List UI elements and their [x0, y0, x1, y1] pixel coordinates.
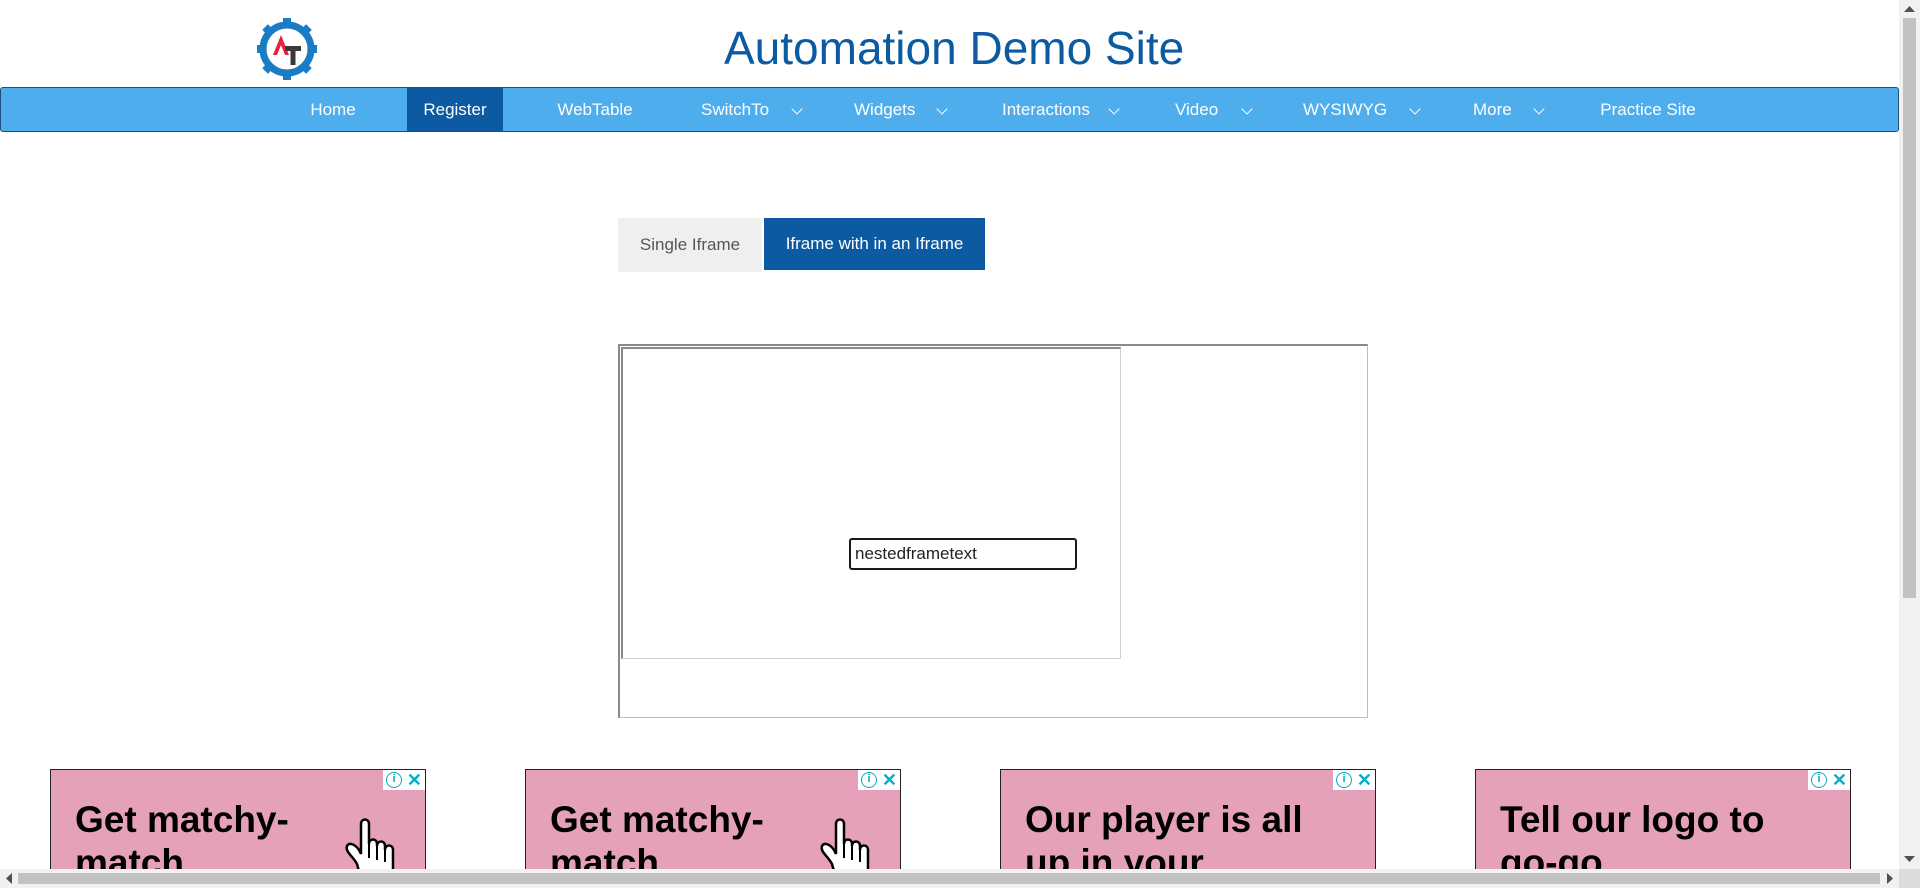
nav-interactions[interactable]: Interactions [988, 88, 1128, 131]
nav-widgets[interactable]: Widgets [841, 88, 956, 131]
tab-single-iframe-label: Single Iframe [639, 235, 741, 254]
nav-practice-site[interactable]: Practice Site [1584, 88, 1712, 131]
nav-switchto[interactable]: SwitchTo [687, 88, 805, 131]
nav-wysiwyg[interactable]: WYSIWYG [1289, 88, 1429, 131]
ad-controls: i ✕ [383, 770, 425, 790]
page: Automation Demo Site Home Register WebTa… [0, 0, 1920, 888]
scroll-right-arrow-icon[interactable] [1886, 873, 1894, 884]
horizontal-scrollbar[interactable] [0, 869, 1899, 888]
nav-webtable-label: WebTable [557, 100, 633, 119]
chevron-down-icon [1409, 103, 1421, 115]
chevron-down-icon [936, 103, 948, 115]
nav-webtable[interactable]: WebTable [539, 88, 651, 131]
ad-info-icon[interactable]: i [861, 772, 877, 788]
nav-wysiwyg-label: WYSIWYG [1303, 100, 1388, 119]
nav-video-label: Video [1175, 100, 1219, 119]
vertical-scrollbar[interactable] [1899, 0, 1920, 869]
scrollbar-corner [1899, 869, 1920, 888]
chevron-down-icon [791, 103, 803, 115]
main-navbar: Home Register WebTable SwitchTo Widgets … [0, 87, 1899, 132]
nav-home-label: Home [310, 100, 356, 119]
ad-controls: i ✕ [1333, 770, 1375, 790]
nav-practice-site-label: Practice Site [1600, 100, 1696, 119]
site-logo-icon[interactable] [257, 18, 317, 80]
inner-iframe [621, 347, 1121, 659]
ad-close-icon[interactable]: ✕ [1357, 771, 1372, 789]
ad-controls: i ✕ [858, 770, 900, 790]
nav-home[interactable]: Home [288, 88, 378, 131]
ad-controls: i ✕ [1808, 770, 1850, 790]
nav-more-label: More [1473, 100, 1512, 119]
site-title: Automation Demo Site [724, 22, 1185, 74]
nested-frame-text-input[interactable] [849, 538, 1077, 570]
nav-register[interactable]: Register [407, 88, 503, 131]
tab-iframe-within-iframe-label: Iframe with in an Iframe [785, 234, 964, 253]
scroll-left-arrow-icon[interactable] [5, 873, 13, 884]
nav-video[interactable]: Video [1161, 88, 1261, 131]
vertical-scrollbar-thumb[interactable] [1903, 18, 1916, 598]
tab-iframe-within-iframe[interactable]: Iframe with in an Iframe [764, 218, 985, 270]
nav-widgets-label: Widgets [854, 100, 916, 119]
ad-close-icon[interactable]: ✕ [407, 771, 422, 789]
scroll-down-arrow-icon[interactable] [1904, 855, 1915, 863]
chevron-down-icon [1533, 103, 1545, 115]
ad-info-icon[interactable]: i [1811, 772, 1827, 788]
tab-single-iframe[interactable]: Single Iframe [618, 218, 762, 272]
ad-close-icon[interactable]: ✕ [882, 771, 897, 789]
ad-info-icon[interactable]: i [1336, 772, 1352, 788]
horizontal-scrollbar-thumb[interactable] [18, 873, 1880, 884]
nav-interactions-label: Interactions [1002, 100, 1090, 119]
nav-more[interactable]: More [1459, 88, 1559, 131]
scroll-up-arrow-icon[interactable] [1904, 5, 1915, 13]
ad-close-icon[interactable]: ✕ [1832, 771, 1847, 789]
ad-info-icon[interactable]: i [386, 772, 402, 788]
chevron-down-icon [1108, 103, 1120, 115]
chevron-down-icon [1241, 103, 1253, 115]
nav-register-label: Register [423, 100, 487, 119]
nav-switchto-label: SwitchTo [701, 100, 770, 119]
